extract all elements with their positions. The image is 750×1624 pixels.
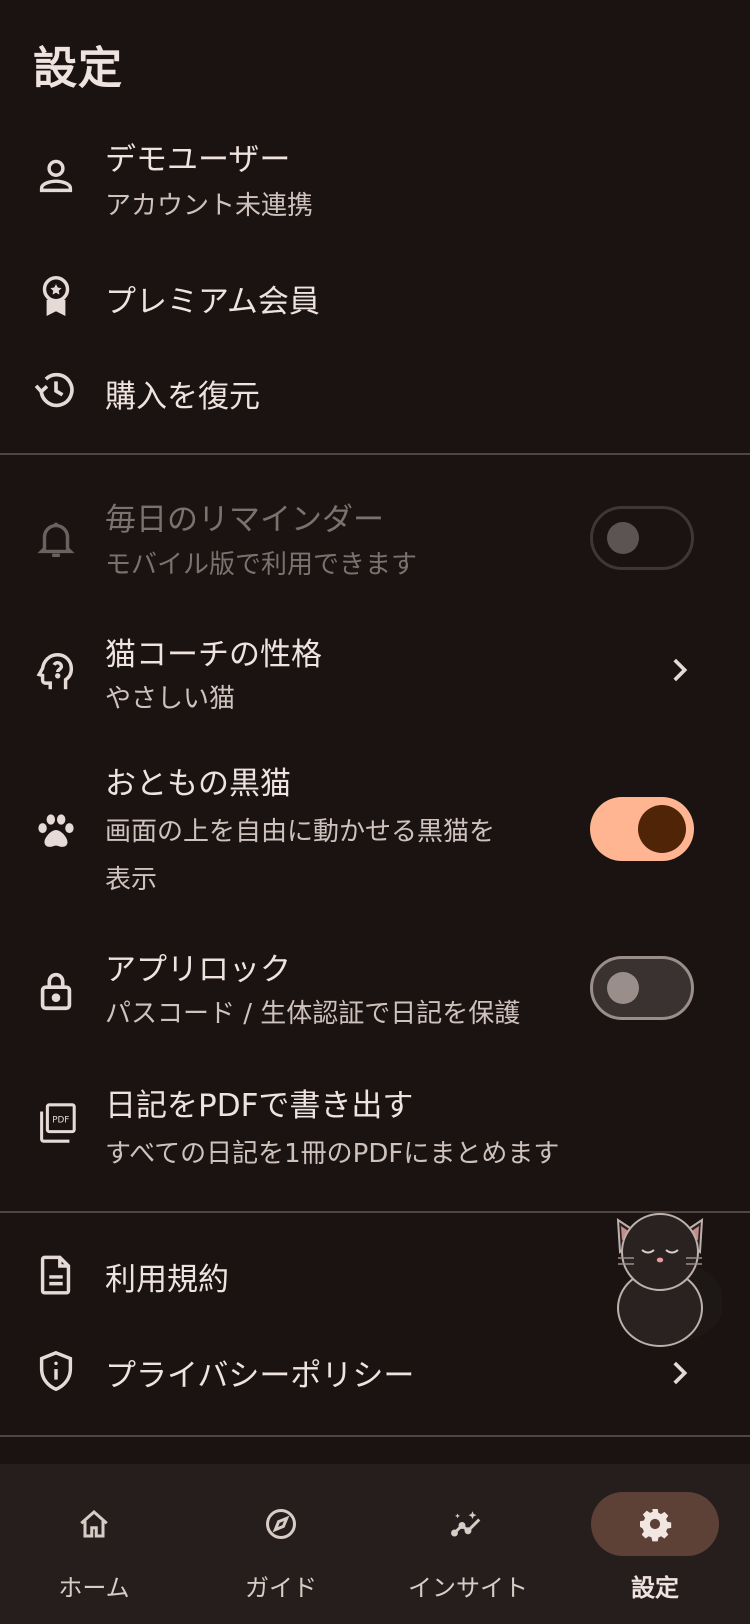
companion-cat-desc-line2: 表示 <box>105 865 158 895</box>
reminder-title: 毎日のリマインダー <box>105 502 384 538</box>
paw-icon <box>33 808 79 854</box>
premium-badge-icon <box>33 272 79 318</box>
coach-personality-row[interactable]: 猫コーチの性格 やさしい猫 <box>0 617 750 727</box>
person-icon <box>33 153 79 199</box>
nav-label: ホーム <box>58 1574 130 1602</box>
home-icon <box>76 1506 112 1542</box>
bell-icon <box>33 516 79 562</box>
terms-title: 利用規約 <box>105 1262 229 1298</box>
premium-title: プレミアム会員 <box>105 284 320 320</box>
app-lock-toggle[interactable] <box>590 956 694 1020</box>
export-pdf-title: 日記をPDFで書き出す <box>105 1088 414 1124</box>
shield-info-icon <box>33 1348 79 1394</box>
insights-icon <box>450 1506 486 1542</box>
account-name: デモユーザー <box>105 142 291 178</box>
app-lock-title: アプリロック <box>105 952 291 988</box>
daily-reminder-row: 毎日のリマインダー モバイル版で利用できます <box>0 480 750 600</box>
premium-row[interactable]: プレミアム会員 <box>0 250 750 340</box>
lock-icon <box>33 968 79 1014</box>
divider <box>0 1435 750 1437</box>
restore-purchase-row[interactable]: 購入を復元 <box>0 345 750 435</box>
companion-cat-title: おともの黒猫 <box>105 766 291 802</box>
restore-title: 購入を復元 <box>105 379 260 415</box>
reminder-toggle <box>590 506 694 570</box>
app-lock-row[interactable]: アプリロック パスコード / 生体認証で日記を保護 <box>0 936 750 1046</box>
svg-text:PDF: PDF <box>52 1115 69 1125</box>
gear-icon <box>637 1506 673 1542</box>
companion-cat-row[interactable]: おともの黒猫 画面の上を自由に動かせる黒猫を 表示 <box>0 752 750 912</box>
head-question-icon <box>33 649 79 695</box>
floating-black-cat[interactable] <box>612 1210 724 1350</box>
toggle-knob <box>638 805 686 853</box>
app-lock-subtitle: パスコード / 生体認証で日記を保護 <box>105 999 521 1029</box>
companion-cat-toggle[interactable] <box>590 797 694 861</box>
nav-guide[interactable]: ガイド <box>193 1464 380 1624</box>
nav-label: ガイド <box>245 1574 317 1602</box>
privacy-title: プライバシーポリシー <box>105 1358 415 1394</box>
account-status: アカウント未連携 <box>105 191 314 221</box>
export-pdf-subtitle: すべての日記を1冊のPDFにまとめます <box>105 1139 560 1169</box>
nav-label: 設定 <box>631 1574 679 1602</box>
divider <box>0 453 750 455</box>
nav-label: インサイト <box>408 1574 528 1602</box>
export-pdf-row[interactable]: PDF 日記をPDFで書き出す すべての日記を1冊のPDFにまとめます <box>0 1070 750 1180</box>
coach-value: やさしい猫 <box>105 684 236 714</box>
chevron-right-icon <box>662 1356 696 1390</box>
reminder-subtitle: モバイル版で利用できます <box>105 550 418 580</box>
history-icon <box>33 367 79 413</box>
toggle-knob <box>607 972 639 1004</box>
pdf-icon: PDF <box>33 1100 79 1146</box>
coach-title: 猫コーチの性格 <box>105 637 322 673</box>
page-title: 設定 <box>33 43 123 94</box>
chevron-right-icon <box>662 653 696 687</box>
bottom-navigation: ホーム ガイド インサイト 設定 <box>0 1464 750 1624</box>
companion-cat-desc-line1: 画面の上を自由に動かせる黒猫を <box>105 817 496 847</box>
nav-home[interactable]: ホーム <box>6 1464 193 1624</box>
compass-icon <box>263 1506 299 1542</box>
document-icon <box>33 1252 79 1298</box>
nav-settings[interactable]: 設定 <box>567 1464 750 1624</box>
account-row[interactable]: デモユーザー アカウント未連携 <box>0 120 750 235</box>
nav-insights[interactable]: インサイト <box>380 1464 567 1624</box>
toggle-knob <box>607 522 639 554</box>
